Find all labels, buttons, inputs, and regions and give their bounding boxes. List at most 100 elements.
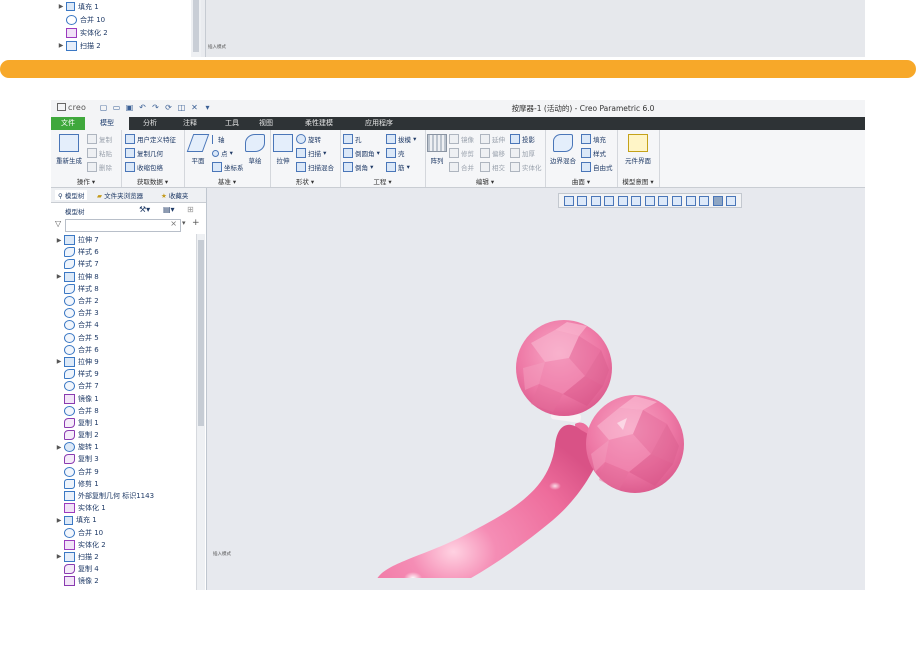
tab-tools[interactable]: 工具 — [213, 117, 251, 130]
swept-blend-button[interactable]: 扫描混合 — [296, 162, 334, 172]
add-filter-icon[interactable]: + — [192, 218, 200, 228]
axis-button[interactable]: 轴 — [212, 134, 225, 144]
tree-item[interactable]: 复制 1 — [55, 417, 195, 429]
spin-center-icon[interactable] — [699, 195, 710, 206]
tree-item[interactable]: 合并 5 — [55, 332, 195, 344]
datum-display-icon[interactable] — [672, 195, 683, 206]
expand-triangle-icon[interactable]: ▶ — [55, 553, 63, 560]
tree-item[interactable]: ▶ 拉伸 8 — [55, 271, 195, 283]
tree-item[interactable]: 合并 3 — [55, 307, 195, 319]
expand-triangle-icon[interactable]: ▶ — [55, 517, 63, 524]
thicken-button[interactable]: 加厚 — [510, 148, 535, 158]
tab-file[interactable]: 文件 — [51, 117, 85, 130]
tree-item[interactable]: ▶ 填充 1 — [55, 514, 195, 526]
expand-triangle-icon[interactable]: ▶ — [57, 42, 65, 49]
paste-button[interactable]: 粘贴 — [87, 148, 112, 158]
tree-search-input[interactable]: × — [65, 219, 181, 232]
pattern-button[interactable]: 阵列 — [427, 134, 447, 165]
tree-item[interactable]: 样式 9 — [55, 368, 195, 380]
tab-annotate[interactable]: 注释 — [171, 117, 209, 130]
group-label[interactable]: 形状 ▾ — [270, 176, 340, 186]
expand-triangle-icon[interactable]: ▶ — [55, 358, 63, 365]
tab-applications[interactable]: 应用程序 — [351, 117, 407, 130]
trim-button[interactable]: 修剪 — [449, 148, 474, 158]
group-label[interactable]: 模型意图 ▾ — [617, 176, 659, 186]
tree-filter-icon[interactable]: ⊞ — [187, 205, 194, 214]
perspective-icon[interactable] — [658, 195, 669, 206]
round-button[interactable]: 倒圆角 ▾ — [343, 148, 380, 158]
hole-button[interactable]: 孔 — [343, 134, 362, 144]
tree-item[interactable]: 实体化 1 — [55, 502, 195, 514]
group-label[interactable]: 编辑 ▾ — [425, 176, 545, 186]
tree-item[interactable]: ▶ 拉伸 9 — [55, 356, 195, 368]
zoom-in-icon[interactable] — [577, 195, 588, 206]
group-label[interactable]: 获取数据 ▾ — [121, 176, 184, 186]
style-button[interactable]: 样式 — [581, 148, 606, 158]
delete-button[interactable]: 删除 — [87, 162, 112, 172]
zoom-out-icon[interactable] — [590, 195, 601, 206]
draft-button[interactable]: 拔模 ▾ — [386, 134, 416, 144]
expand-triangle-icon[interactable]: ▶ — [57, 3, 65, 10]
refit-icon[interactable] — [563, 195, 574, 206]
boundary-blend-button[interactable]: 边界混合 — [547, 134, 579, 165]
plane-button[interactable]: 平面 — [186, 134, 210, 165]
tree-item[interactable]: 实体化 2 — [55, 539, 195, 551]
tree-item[interactable]: 镜像 1 — [55, 392, 195, 404]
shrinkwrap-button[interactable]: 收缩包络 — [125, 162, 163, 172]
tree-item[interactable]: 样式 6 — [55, 246, 195, 258]
regenerate-button[interactable]: 重新生成 — [54, 134, 84, 165]
user-defined-feature-button[interactable]: 用户定义特征 — [125, 134, 176, 144]
tree-item[interactable]: 合并 6 — [55, 344, 195, 356]
tab-favorites[interactable]: ★ 收藏夹 — [161, 190, 188, 200]
massager-model[interactable] — [317, 258, 697, 578]
merge-button[interactable]: 合并 — [449, 162, 474, 172]
tab-model[interactable]: 模型 — [85, 117, 129, 130]
tree-settings-icon[interactable]: ⚒▾ — [139, 205, 150, 214]
tree-item[interactable]: 实体化 2 — [57, 26, 108, 39]
display-style-icon[interactable] — [617, 195, 628, 206]
point-button[interactable]: 点 ▾ — [212, 148, 233, 158]
shell-button[interactable]: 壳 — [386, 148, 405, 158]
selection-filter-icon[interactable] — [712, 195, 723, 206]
tree-item[interactable]: 合并 9 — [55, 466, 195, 478]
group-label[interactable]: 操作 ▾ — [51, 176, 121, 186]
group-label[interactable]: 基准 ▾ — [184, 176, 270, 186]
tab-flexible-modeling[interactable]: 柔性建模 — [291, 117, 347, 130]
fill-button[interactable]: 填充 — [581, 134, 606, 144]
repaint-icon[interactable] — [604, 195, 615, 206]
expand-triangle-icon[interactable]: ▶ — [55, 273, 63, 280]
view-manager-icon[interactable] — [644, 195, 655, 206]
clear-search-icon[interactable]: × — [170, 219, 177, 228]
copy-geometry-button[interactable]: 复制几何 — [125, 148, 163, 158]
solidify-button[interactable]: 实体化 — [510, 162, 542, 172]
tree-item[interactable]: 合并 8 — [55, 405, 195, 417]
chamfer-button[interactable]: 倒角 ▾ — [343, 162, 373, 172]
revolve-button[interactable]: 旋转 — [296, 134, 321, 144]
expand-triangle-icon[interactable]: ▶ — [55, 237, 63, 244]
model-tree-scrollbar[interactable] — [196, 234, 205, 590]
extrude-button[interactable]: 拉伸 — [272, 134, 294, 165]
project-button[interactable]: 投影 — [510, 134, 535, 144]
tab-model-tree[interactable]: ⚲ 模型树 — [55, 190, 88, 200]
expand-triangle-icon[interactable]: ▶ — [55, 444, 63, 451]
tree-item[interactable]: 合并 2 — [55, 295, 195, 307]
tree-item[interactable]: 复制 2 — [55, 429, 195, 441]
tree-item[interactable]: 镜像 2 — [55, 575, 195, 587]
mirror-button[interactable]: 镜像 — [449, 134, 474, 144]
tab-analysis[interactable]: 分析 — [131, 117, 169, 130]
offset-button[interactable]: 偏移 — [480, 148, 505, 158]
tree-item[interactable]: 样式 7 — [55, 258, 195, 270]
group-label[interactable]: 工程 ▾ — [340, 176, 425, 186]
tree-item[interactable]: ▶ 旋转 1 — [55, 441, 195, 453]
tree-item[interactable]: ▶ 拉伸 7 — [55, 234, 195, 246]
search-dropdown-icon[interactable]: ▾ — [182, 219, 186, 227]
tree-item[interactable]: 合并 10 — [57, 13, 108, 26]
extend-button[interactable]: 延伸 — [480, 134, 505, 144]
rib-button[interactable]: 筋 ▾ — [386, 162, 410, 172]
tree-item[interactable]: 合并 4 — [55, 319, 195, 331]
intersect-button[interactable]: 相交 — [480, 162, 505, 172]
tree-item[interactable]: 复制 3 — [55, 453, 195, 465]
annotation-display-icon[interactable] — [685, 195, 696, 206]
group-label[interactable]: 曲面 ▾ — [545, 176, 617, 186]
graphics-viewport[interactable]: 插入模式 — [207, 188, 865, 590]
